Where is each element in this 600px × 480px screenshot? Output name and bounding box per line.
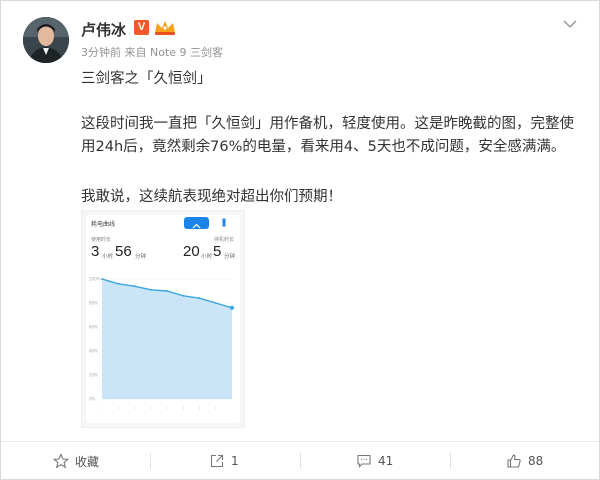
post-paragraph: 这段时间我一直把「久恒剑」用作备机，轻度使用。这是昨晚截的图，完整使用24h后，… — [81, 116, 574, 155]
action-toolbar: 收藏 1 41 88 — [1, 441, 599, 479]
divider — [300, 453, 301, 469]
panel-title: 耗电曲线 — [91, 221, 116, 228]
y-tick-label: 60% — [89, 325, 98, 330]
data-point — [149, 288, 152, 291]
standby-hour-unit: 小时 — [201, 254, 213, 260]
star-icon — [53, 453, 69, 469]
usage-hours: 3 — [91, 243, 100, 260]
author-name[interactable]: 卢伟冰 — [81, 19, 126, 40]
usage-label: 使用时长 — [91, 237, 112, 243]
data-point — [117, 282, 120, 285]
post-paragraph: 我敢说，这续航表现绝对超出你们预期！ — [81, 189, 342, 205]
data-point — [166, 290, 168, 292]
data-point — [230, 305, 234, 310]
standby-hours: 20 — [183, 243, 200, 260]
standby-minutes: 5 — [213, 243, 222, 260]
chevron-up-icon — [192, 223, 201, 229]
favorite-button[interactable]: 收藏 — [53, 442, 99, 480]
data-point — [101, 278, 103, 280]
author-avatar[interactable] — [23, 17, 69, 63]
repost-count: 1 — [231, 454, 239, 468]
battery-icon — [222, 218, 226, 227]
battery-panel: 耗电曲线 使用时长 待机时长 3 小时 56 分钟 20 小时 5 分钟 100… — [86, 215, 240, 423]
standby-minute-unit: 分钟 — [224, 254, 236, 260]
standby-label: 待机时长 — [214, 237, 235, 243]
y-tick-label: 40% — [89, 349, 98, 354]
comment-button[interactable]: 41 — [356, 442, 393, 480]
usage-minutes: 56 — [115, 243, 132, 260]
data-point — [214, 302, 217, 304]
y-tick-label: 20% — [89, 373, 98, 378]
usage-hour-unit: 小时 — [102, 254, 114, 260]
divider — [450, 453, 451, 469]
thumbs-up-icon — [507, 454, 521, 468]
battery-chart: 100% 80% 60% 40% 20% 0% — [89, 277, 234, 409]
data-point — [182, 294, 185, 297]
comment-icon — [357, 454, 371, 468]
tab-curve — [184, 217, 209, 229]
y-tick-label: 80% — [89, 301, 98, 306]
y-tick-label: 100% — [89, 277, 101, 282]
repost-button[interactable]: 1 — [209, 442, 239, 480]
like-button[interactable]: 88 — [506, 442, 543, 480]
repost-icon — [210, 454, 224, 468]
crown-icon — [155, 21, 175, 35]
chart-area — [102, 279, 232, 399]
data-point — [198, 297, 201, 300]
post-title: 三剑客之「久恒剑」 — [81, 71, 212, 87]
usage-minute-unit: 分钟 — [135, 254, 147, 260]
attached-image[interactable]: 耗电曲线 使用时长 待机时长 3 小时 56 分钟 20 小时 5 分钟 100… — [81, 210, 245, 428]
weibo-post-card: 卢伟冰 V 3分钟前 来自 Note 9 三剑客 三剑客之「久恒剑」 这段时间我… — [0, 0, 600, 480]
data-point — [133, 285, 136, 288]
y-tick-label: 0% — [89, 397, 96, 402]
comment-count: 41 — [378, 454, 394, 468]
chevron-down-icon[interactable] — [561, 17, 579, 31]
divider — [150, 453, 151, 469]
favorite-label: 收藏 — [75, 454, 100, 469]
post-meta: 3分钟前 来自 Note 9 三剑客 — [81, 46, 224, 59]
like-count: 88 — [528, 454, 544, 468]
verified-badge: V — [134, 20, 149, 35]
